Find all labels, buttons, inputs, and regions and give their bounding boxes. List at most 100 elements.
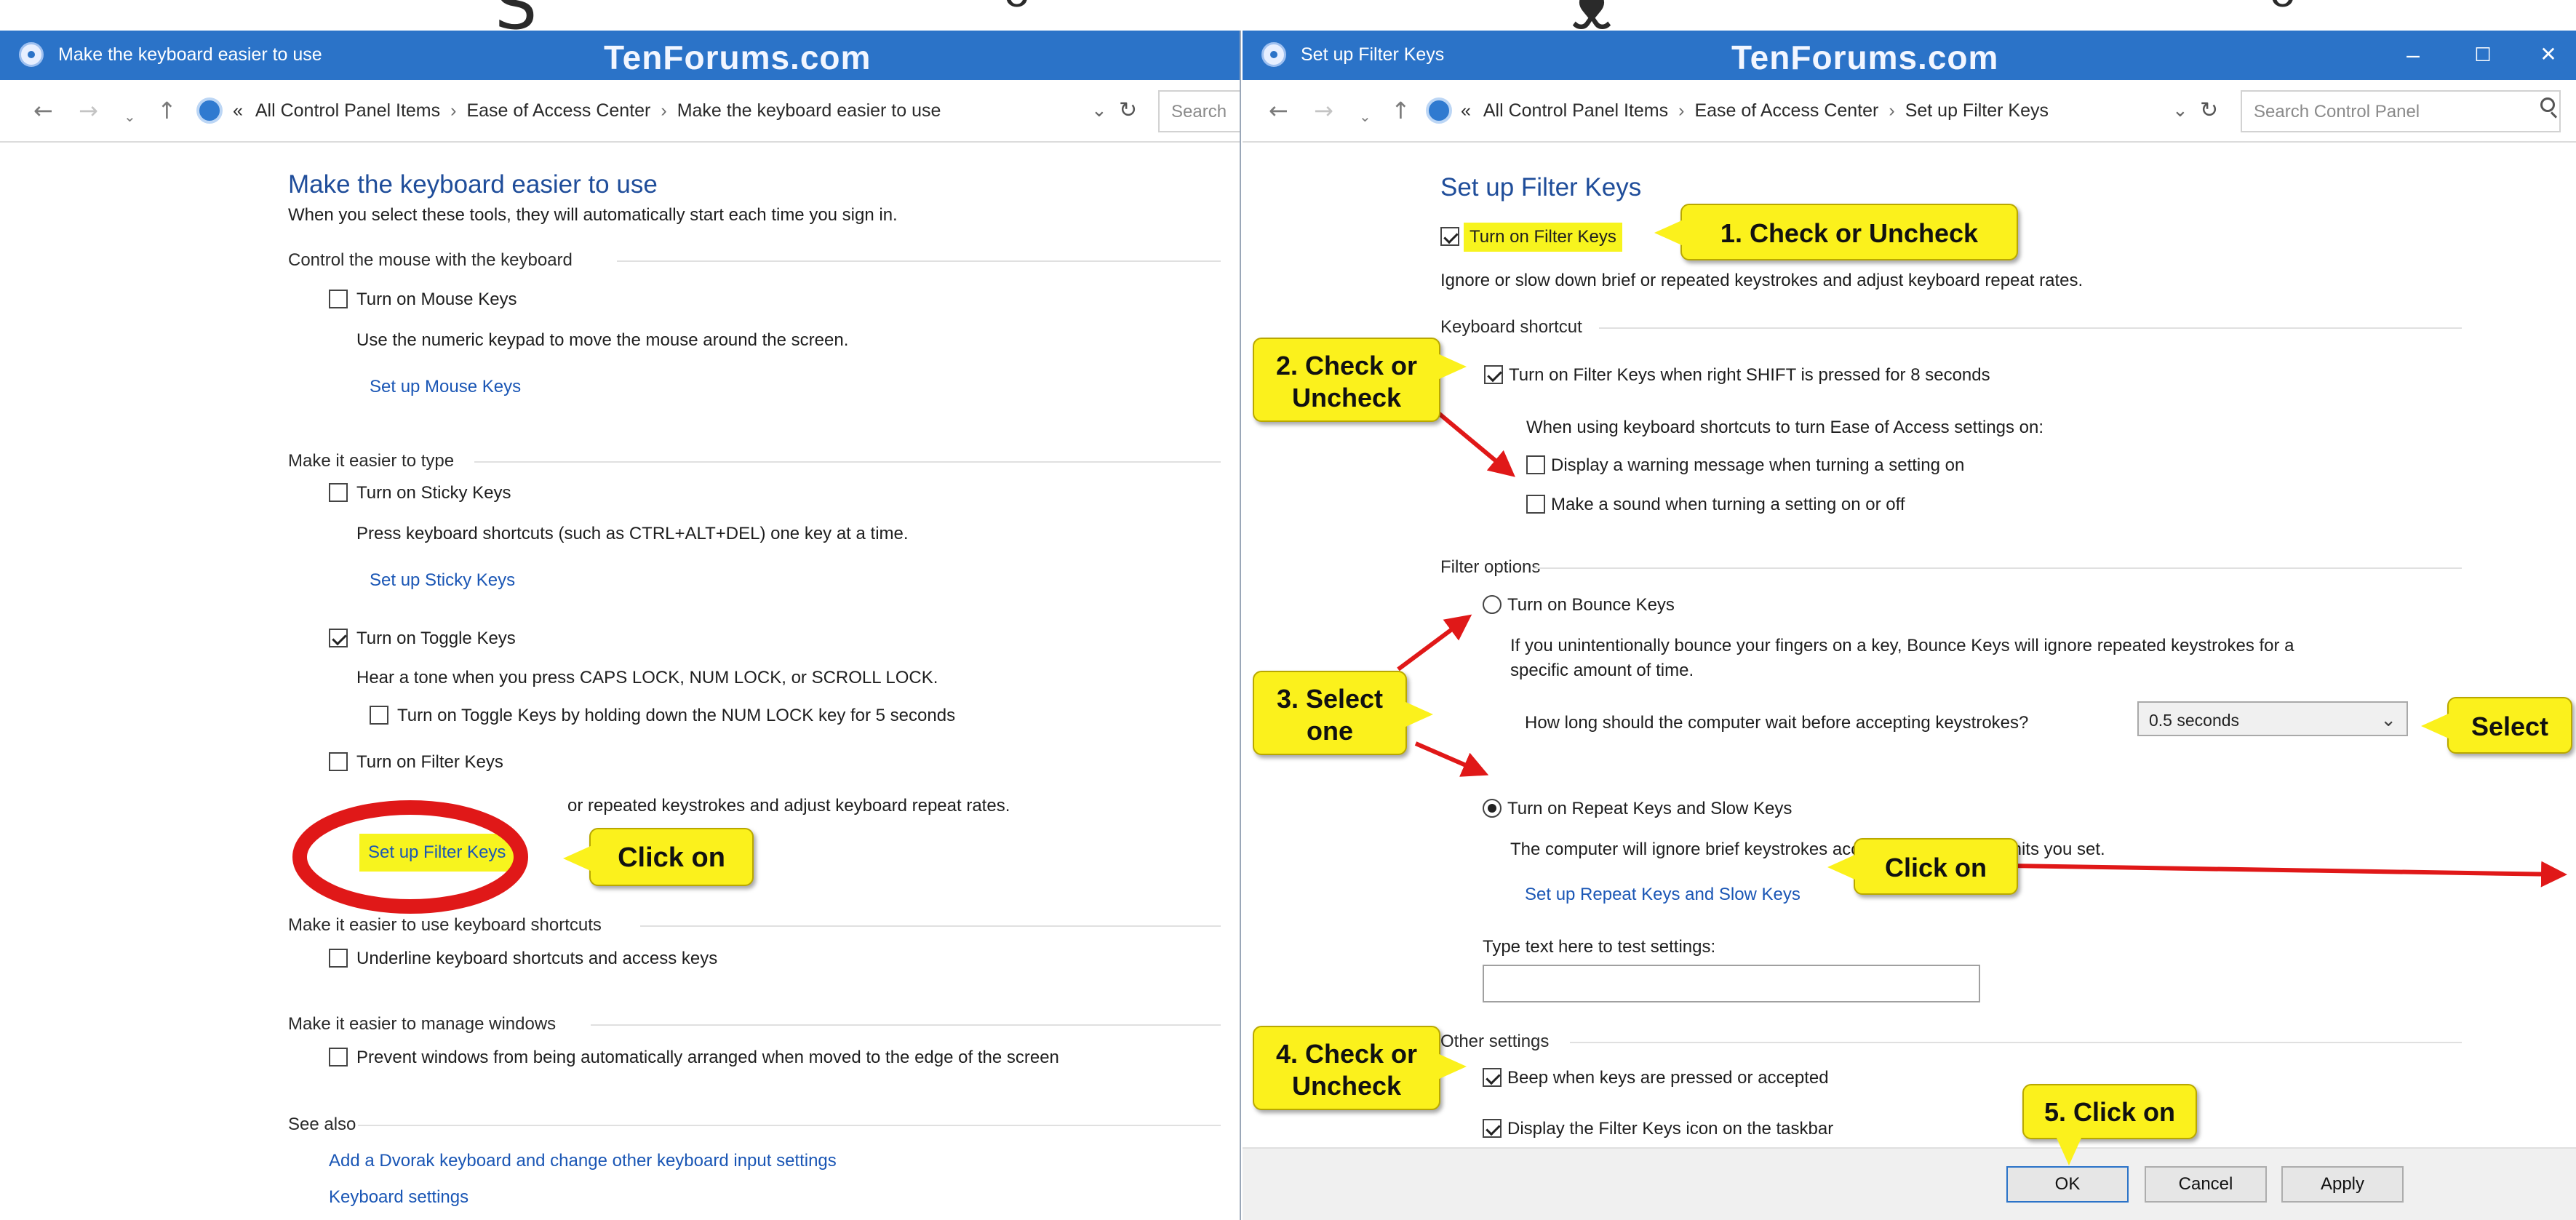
filter-keys-label[interactable]: Turn on Filter Keys [356,752,503,773]
mouse-keys-checkbox[interactable] [329,290,348,308]
back-icon[interactable]: ← [33,96,53,125]
section-divider [1599,327,2462,329]
address-bar: ← → ⌄ ↑ « All Control Panel Items › Ease o… [1243,80,2576,143]
beep-label[interactable]: Beep when keys are pressed or accepted [1507,1068,1829,1088]
search-input[interactable]: Search [1158,90,1240,132]
watermark: TenForums.com [1731,39,1999,76]
refresh-icon[interactable]: ↻ [2200,97,2218,123]
address-dropdown-icon[interactable]: ⌄ [2172,99,2188,121]
crumb-all-control-panel-items[interactable]: All Control Panel Items [1476,100,1668,121]
minimize-button[interactable]: – [2388,38,2439,73]
back-icon[interactable]: ← [1269,96,1288,125]
mouse-keys-label[interactable]: Turn on Mouse Keys [356,290,517,310]
toggle-keys-description: Hear a tone when you press CAPS LOCK, NU… [356,668,938,687]
section-heading: Make it easier to use keyboard shortcuts [288,915,602,935]
recent-dropdown-icon[interactable]: ⌄ [1359,102,1371,131]
make-sound-checkbox[interactable] [1526,495,1545,514]
beep-checkbox[interactable] [1483,1068,1502,1087]
mouse-keys-description: Use the numeric keypad to move the mouse… [356,330,849,350]
maximize-button[interactable]: ☐ [2457,38,2508,73]
turn-on-filter-keys-checkbox[interactable] [1440,227,1459,246]
callout-text: Click on [1884,853,1987,882]
breadcrumb-overflow[interactable]: « [233,100,243,121]
wait-time-select[interactable]: 0.5 seconds ⌄ [2137,701,2408,736]
ok-button[interactable]: OK [2006,1166,2129,1203]
section-divider [617,260,1221,262]
set-up-filter-keys-link[interactable]: Set up Filter Keys [359,834,515,872]
sticky-keys-description: Press keyboard shortcuts (such as CTRL+A… [356,524,909,543]
repeat-slow-keys-label[interactable]: Turn on Repeat Keys and Slow Keys [1507,799,1792,819]
shift-shortcut-checkbox[interactable] [1484,365,1503,384]
cropped-heading-strip: Ŝ ᵟ ᴥ ᵟ [0,0,2576,31]
cropped-glyph: ᴥ [1571,0,1612,31]
section-heading: Keyboard shortcut [1440,317,1582,337]
bounce-keys-label[interactable]: Turn on Bounce Keys [1507,595,1675,615]
forward-icon[interactable]: → [1314,96,1333,125]
prevent-arrange-checkbox[interactable] [329,1048,348,1066]
section-heading: Other settings [1440,1032,1550,1051]
crumb-all-control-panel-items[interactable]: All Control Panel Items [248,100,440,121]
taskbar-icon-label[interactable]: Display the Filter Keys icon on the task… [1507,1119,1833,1139]
sticky-keys-checkbox[interactable] [329,483,348,502]
breadcrumb-overflow[interactable]: « [1461,100,1471,121]
filter-keys-description: or repeated keystrokes and adjust keyboa… [567,796,1010,816]
window-make-keyboard-easier: Make the keyboard easier to use TenForum… [0,31,1241,1220]
turn-on-filter-keys-label[interactable]: Turn on Filter Keys [1464,223,1622,252]
filter-keys-description: Ignore or slow down brief or repeated ke… [1440,271,2083,290]
warning-message-label[interactable]: Display a warning message when turning a… [1551,455,1964,476]
up-icon[interactable]: ↑ [1391,96,1411,125]
toggle-keys-checkbox[interactable] [329,629,348,647]
chevron-down-icon: ⌄ [2380,709,2396,730]
warning-message-checkbox[interactable] [1526,455,1545,474]
prevent-arrange-label[interactable]: Prevent windows from being automatically… [356,1048,1059,1068]
callout-pointer [1437,354,1467,380]
set-up-sticky-keys-link[interactable]: Set up Sticky Keys [370,570,515,591]
toggle-keys-numlock-label[interactable]: Turn on Toggle Keys by holding down the … [397,706,955,726]
section-heading: Make it easier to type [288,451,455,471]
up-icon[interactable]: ↑ [157,96,177,125]
section-heading: Make it easier to manage windows [288,1014,557,1034]
ease-of-access-icon [19,42,44,67]
callout-select: Select [2421,697,2572,754]
callout-pointer [2056,1136,2082,1165]
callout-text: Uncheck [1291,383,1402,412]
dvorak-link[interactable]: Add a Dvorak keyboard and change other k… [329,1151,837,1171]
shift-shortcut-label[interactable]: Turn on Filter Keys when right SHIFT is … [1509,365,1990,386]
callout-text: 3. Select [1276,684,1384,714]
taskbar-icon-checkbox[interactable] [1483,1119,1502,1138]
repeat-slow-keys-radio[interactable] [1483,799,1502,818]
section-divider [1534,567,2462,569]
close-button[interactable]: ✕ [2523,38,2574,73]
sticky-keys-label[interactable]: Turn on Sticky Keys [356,483,511,503]
refresh-icon[interactable]: ↻ [1119,97,1137,123]
callout-pointer [2421,713,2450,739]
toggle-keys-numlock-checkbox[interactable] [370,706,388,725]
bounce-keys-radio[interactable] [1483,595,1502,614]
forward-icon[interactable]: → [79,96,98,125]
keyboard-settings-link[interactable]: Keyboard settings [329,1187,468,1208]
crumb-current-page[interactable]: Set up Filter Keys [1905,100,2049,121]
underline-shortcuts-label[interactable]: Underline keyboard shortcuts and access … [356,949,717,969]
underline-shortcuts-checkbox[interactable] [329,949,348,968]
cancel-button[interactable]: Cancel [2145,1166,2267,1203]
toggle-keys-label[interactable]: Turn on Toggle Keys [356,629,516,649]
breadcrumb: « All Control Panel Items › Ease of Access… [1461,100,2049,121]
apply-button[interactable]: Apply [2281,1166,2404,1203]
callout-text: 1. Check or Uncheck [1720,218,1979,248]
search-icon[interactable] [2540,97,2555,112]
make-sound-label[interactable]: Make a sound when turning a setting on o… [1551,495,1905,515]
crumb-current-page[interactable]: Make the keyboard easier to use [677,100,941,121]
test-settings-input[interactable] [1483,965,1980,1002]
filter-keys-checkbox[interactable] [329,752,348,771]
callout-text: Uncheck [1291,1071,1402,1101]
recent-dropdown-icon[interactable]: ⌄ [124,102,136,131]
section-divider [1570,1042,2462,1043]
set-up-mouse-keys-link[interactable]: Set up Mouse Keys [370,377,521,397]
set-up-repeat-slow-keys-link[interactable]: Set up Repeat Keys and Slow Keys [1525,885,1801,905]
address-dropdown-icon[interactable]: ⌄ [1091,99,1107,121]
search-input[interactable]: Search Control Panel [2241,90,2561,132]
crumb-ease-of-access-center[interactable]: Ease of Access Center [466,100,650,121]
crumb-ease-of-access-center[interactable]: Ease of Access Center [1694,100,1878,121]
callout-click-on-right: Click on [1827,838,2018,895]
callout-text: 2. Check or [1275,351,1418,380]
